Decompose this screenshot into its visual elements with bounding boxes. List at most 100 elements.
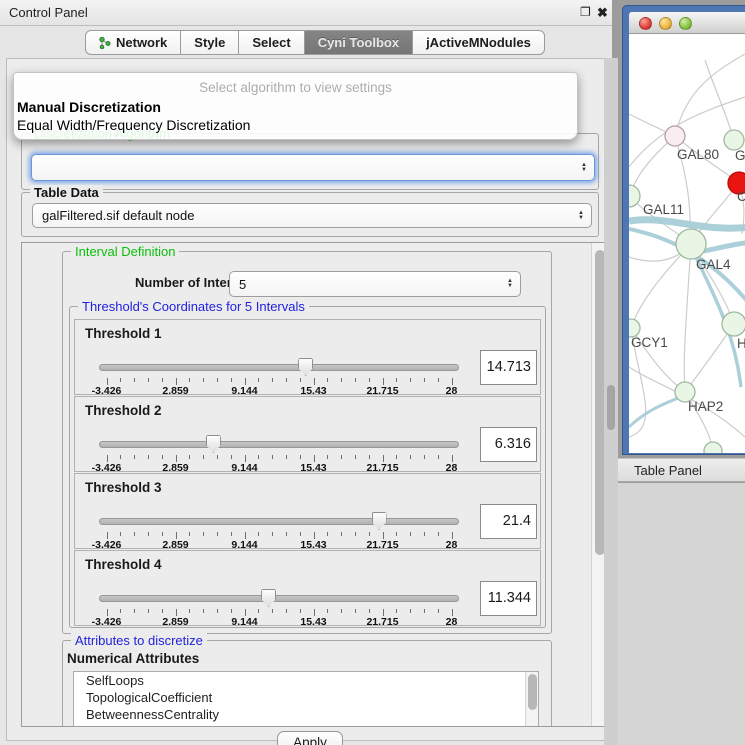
threshold-label: Threshold 3 <box>85 480 162 495</box>
slider-thumb[interactable] <box>206 435 221 453</box>
slider-tick <box>383 455 384 462</box>
slider-scale-label: 21.715 <box>366 616 398 628</box>
slider-tick <box>162 532 163 536</box>
attribute-list-item[interactable]: TopologicalCoefficient <box>74 689 538 706</box>
slider-thumb[interactable] <box>372 512 387 530</box>
slider-tick <box>327 532 328 536</box>
threshold-value-field[interactable]: 21.4 <box>480 504 537 539</box>
list-scrollbar[interactable] <box>525 672 538 727</box>
network-node[interactable] <box>665 126 685 146</box>
slider-tick <box>189 532 190 536</box>
threshold-slider[interactable]: -3.4262.8599.14415.4321.71528 <box>99 587 459 627</box>
dropdown-placeholder: Select algorithm to view settings <box>14 80 577 95</box>
table-data-value: galFiltered.sif default node <box>42 208 194 223</box>
network-node[interactable] <box>704 442 722 453</box>
slider-tick <box>272 609 273 613</box>
threshold-slider[interactable]: -3.4262.8599.14415.4321.71528 <box>99 510 459 550</box>
float-window-icon[interactable]: ❐ <box>580 5 591 19</box>
group-title: Interval Definition <box>71 244 179 259</box>
slider-tick <box>286 532 287 536</box>
slider-tick <box>148 378 149 382</box>
slider-tick <box>231 455 232 459</box>
control-panel-window: Control Panel ❐ ✖ Network Style Select C… <box>0 0 612 745</box>
threshold-slider[interactable]: -3.4262.8599.14415.4321.71528 <box>99 433 459 473</box>
dropdown-option-equal-width-frequency[interactable]: Equal Width/Frequency Discretization <box>17 117 250 133</box>
network-node[interactable] <box>629 185 640 207</box>
slider-track[interactable] <box>99 364 459 371</box>
slider-tick <box>327 609 328 613</box>
slider-tick <box>341 609 342 613</box>
slider-tick <box>314 455 315 462</box>
tab-network[interactable]: Network <box>85 30 181 55</box>
dropdown-option-manual-discretization[interactable]: Manual Discretization <box>17 99 161 115</box>
network-node[interactable] <box>722 312 745 336</box>
tab-select[interactable]: Select <box>239 30 304 55</box>
slider-tick <box>438 378 439 382</box>
slider-tick <box>341 455 342 459</box>
slider-tick <box>314 609 315 616</box>
slider-tick <box>120 455 121 459</box>
slider-tick <box>189 609 190 613</box>
control-panel-titlebar: Control Panel ❐ ✖ <box>0 0 612 26</box>
threshold-value-field[interactable]: 11.344 <box>480 581 537 616</box>
attribute-list[interactable]: SelfLoopsTopologicalCoefficientBetweenne… <box>73 671 539 727</box>
close-panel-icon[interactable]: ✖ <box>597 5 608 21</box>
slider-tick <box>438 609 439 613</box>
slider-tick <box>258 609 259 613</box>
list-scrollbar-thumb[interactable] <box>528 674 537 710</box>
slider-thumb[interactable] <box>298 358 313 376</box>
slider-tick <box>369 378 370 382</box>
table-panel-title: Table Panel <box>634 463 702 478</box>
close-traffic-light[interactable] <box>639 17 652 30</box>
tab-style[interactable]: Style <box>181 30 239 55</box>
network-node[interactable] <box>676 229 706 259</box>
slider-tick <box>355 455 356 459</box>
slider-tick <box>203 455 204 459</box>
slider-tick <box>452 532 453 539</box>
threshold-value-field[interactable]: 6.316 <box>480 427 537 462</box>
node-label: H <box>737 336 745 351</box>
slider-tick <box>162 378 163 382</box>
outer-scrollbar-thumb[interactable] <box>607 385 615 430</box>
slider-tick <box>148 532 149 536</box>
slider-tick <box>314 378 315 385</box>
tab-jactivemnodules[interactable]: jActiveMNodules <box>413 30 545 55</box>
algorithm-combobox[interactable]: ▲▼ <box>31 154 595 181</box>
slider-track[interactable] <box>99 441 459 448</box>
slider-tick <box>300 609 301 613</box>
slider-tick <box>107 532 108 539</box>
slider-tick <box>231 532 232 536</box>
slider-tick <box>107 609 108 616</box>
network-canvas[interactable]: GAL80GACGAL11GAL4GCY1HHAP2 <box>629 34 745 453</box>
interval-definition-group: Interval Definition Number of Intervals … <box>62 251 552 634</box>
threshold-coordinates-group: Threshold's Coordinates for 5 Intervals … <box>69 306 546 628</box>
slider-scale-label: 15.43 <box>300 616 326 628</box>
slider-tick <box>355 609 356 613</box>
stepper-arrows-icon: ▲▼ <box>578 211 584 221</box>
table-data-combobox[interactable]: galFiltered.sif default node ▲▼ <box>32 203 592 228</box>
tab-cyni-toolbox[interactable]: Cyni Toolbox <box>305 30 413 55</box>
node-label: GAL11 <box>643 202 684 217</box>
attribute-list-item[interactable]: SelfLoops <box>74 672 538 689</box>
network-node[interactable] <box>724 130 744 150</box>
slider-thumb[interactable] <box>261 589 276 607</box>
slider-track[interactable] <box>99 595 459 602</box>
slider-track[interactable] <box>99 518 459 525</box>
slider-tick <box>396 378 397 382</box>
threshold-label: Threshold 1 <box>85 326 162 341</box>
table-data-label: Table Data <box>30 185 103 200</box>
node-label: C <box>737 189 745 204</box>
threshold-value-field[interactable]: 14.713 <box>480 350 537 385</box>
minimize-traffic-light[interactable] <box>659 17 672 30</box>
number-of-intervals-combobox[interactable]: 5 ▲▼ <box>229 271 521 297</box>
apply-button[interactable]: Apply <box>277 731 343 745</box>
threshold-label: Threshold 2 <box>85 403 162 418</box>
threshold-slider[interactable]: -3.4262.8599.14415.4321.71528 <box>99 356 459 396</box>
attribute-list-item[interactable]: BetweennessCentrality <box>74 706 538 723</box>
zoom-traffic-light[interactable] <box>679 17 692 30</box>
slider-tick <box>355 378 356 382</box>
slider-tick <box>134 455 135 459</box>
node-label: GA <box>735 148 745 163</box>
slider-tick <box>203 378 204 382</box>
slider-tick <box>410 532 411 536</box>
